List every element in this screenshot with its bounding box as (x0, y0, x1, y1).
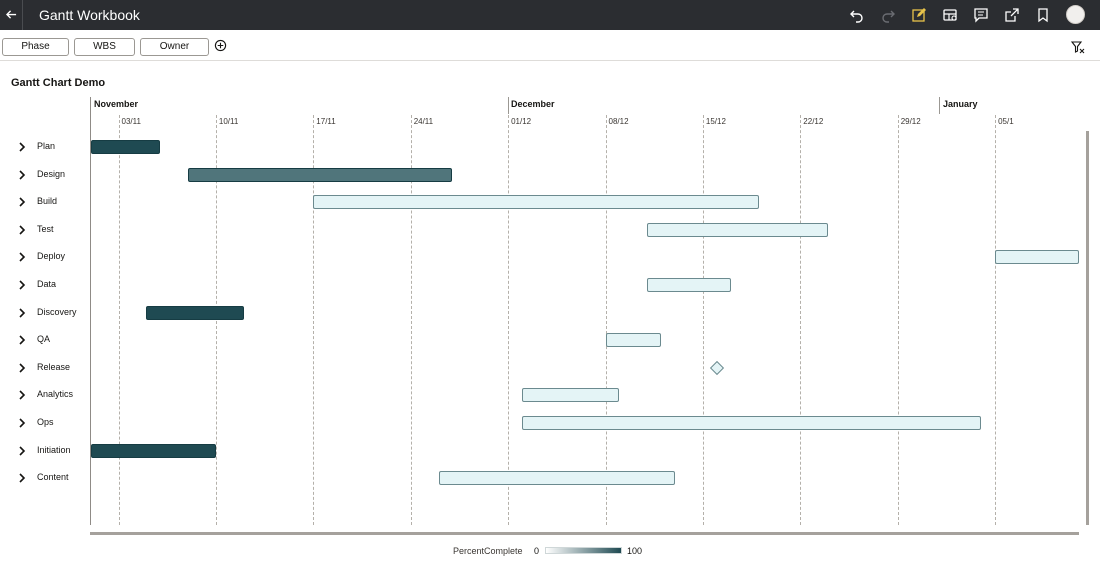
task-label: QA (37, 334, 51, 345)
chart-title: Gantt Chart Demo (11, 77, 106, 89)
task-label: Design (37, 168, 66, 179)
chevron-right-icon[interactable] (18, 308, 26, 318)
task-label: Initiation (37, 444, 71, 455)
share-icon[interactable] (1004, 7, 1020, 23)
gridline (800, 115, 802, 525)
task-label: Content (37, 472, 69, 483)
task-bar[interactable] (647, 278, 731, 292)
undo-icon[interactable] (849, 7, 865, 23)
chevron-right-icon[interactable] (18, 473, 26, 483)
month-label-november: November (94, 99, 139, 109)
task-label: Build (37, 196, 58, 207)
legend-color-ramp (545, 547, 622, 554)
legend-max-value: 100 (627, 546, 643, 556)
legend-min-value: 0 (534, 546, 540, 556)
tick-label: 17/11 (316, 117, 336, 126)
task-bar[interactable] (647, 222, 829, 237)
gridline (995, 115, 997, 525)
task-label: Plan (37, 141, 56, 151)
task-bar[interactable] (91, 443, 216, 458)
vertical-scrollbar[interactable] (1086, 131, 1089, 525)
bookmark-icon[interactable] (1035, 7, 1051, 23)
chevron-right-icon[interactable] (18, 363, 26, 373)
chevron-right-icon[interactable] (18, 280, 26, 290)
app-title: Gantt Workbook (39, 7, 140, 23)
gridline (118, 115, 120, 525)
gridline (605, 115, 607, 525)
month-separator (508, 97, 509, 114)
gridline (508, 115, 510, 525)
filter-chip-phase[interactable]: Phase (2, 38, 69, 56)
task-bar[interactable] (995, 250, 1079, 265)
filter-chip-owner[interactable]: Owner (140, 38, 209, 56)
tick-label: 10/11 (218, 117, 239, 126)
task-label: Release (37, 361, 71, 372)
tick-label: 08/12 (608, 117, 629, 126)
task-bar[interactable] (605, 333, 662, 348)
month-label-january: January (943, 99, 978, 109)
add-circle-icon[interactable] (214, 39, 227, 52)
task-bar[interactable] (522, 388, 620, 403)
task-label: Data (37, 279, 57, 289)
task-bar[interactable] (313, 195, 759, 210)
comment-icon[interactable] (973, 7, 989, 23)
tick-label: 05/1 (998, 117, 1014, 126)
tick-label: 24/11 (413, 117, 434, 126)
task-bar[interactable] (188, 167, 453, 182)
chevron-right-icon[interactable] (18, 446, 26, 456)
gridline (897, 115, 899, 525)
timeline-left-axis (90, 97, 91, 525)
avatar[interactable] (1066, 5, 1085, 24)
task-bar[interactable] (91, 140, 161, 154)
arrow-left-icon (5, 10, 16, 19)
tick-label: 01/12 (511, 117, 532, 126)
milestone-marker[interactable] (709, 360, 724, 375)
filter-chip-wbs[interactable]: WBS (74, 38, 135, 56)
tick-label: 29/12 (900, 117, 921, 126)
month-label-december: December (511, 99, 555, 109)
task-label: Ops (37, 417, 54, 427)
gridline (702, 115, 704, 525)
chevron-right-icon[interactable] (18, 225, 26, 235)
horizontal-scrollbar[interactable] (90, 532, 1079, 535)
edit-icon[interactable] (911, 7, 927, 23)
data-icon[interactable] (942, 7, 958, 23)
task-label: Discovery (37, 306, 77, 317)
task-label: Test (37, 223, 54, 234)
chevron-right-icon[interactable] (18, 390, 26, 400)
tick-label: 15/12 (705, 117, 726, 126)
app-header: Gantt Workbook (0, 0, 1100, 30)
chevron-right-icon[interactable] (18, 142, 26, 152)
legend-label: PercentComplete (453, 546, 523, 556)
task-label: Deploy (37, 251, 66, 262)
chevron-right-icon[interactable] (18, 170, 26, 180)
chevron-right-icon[interactable] (18, 418, 26, 428)
filter-bar: Phase WBS Owner (0, 30, 1100, 61)
chevron-right-icon[interactable] (18, 197, 26, 207)
chevron-right-icon[interactable] (18, 252, 26, 262)
filter-icon[interactable] (1071, 40, 1085, 54)
back-button[interactable] (0, 0, 23, 30)
task-bar[interactable] (146, 305, 244, 320)
tick-label: 03/11 (121, 117, 141, 126)
task-bar[interactable] (438, 471, 676, 486)
task-label: Analytics (37, 389, 74, 400)
task-bar[interactable] (522, 416, 982, 430)
month-separator (939, 97, 940, 114)
tick-label: 22/12 (803, 117, 824, 126)
chevron-right-icon[interactable] (18, 335, 26, 345)
redo-icon[interactable] (880, 7, 896, 23)
